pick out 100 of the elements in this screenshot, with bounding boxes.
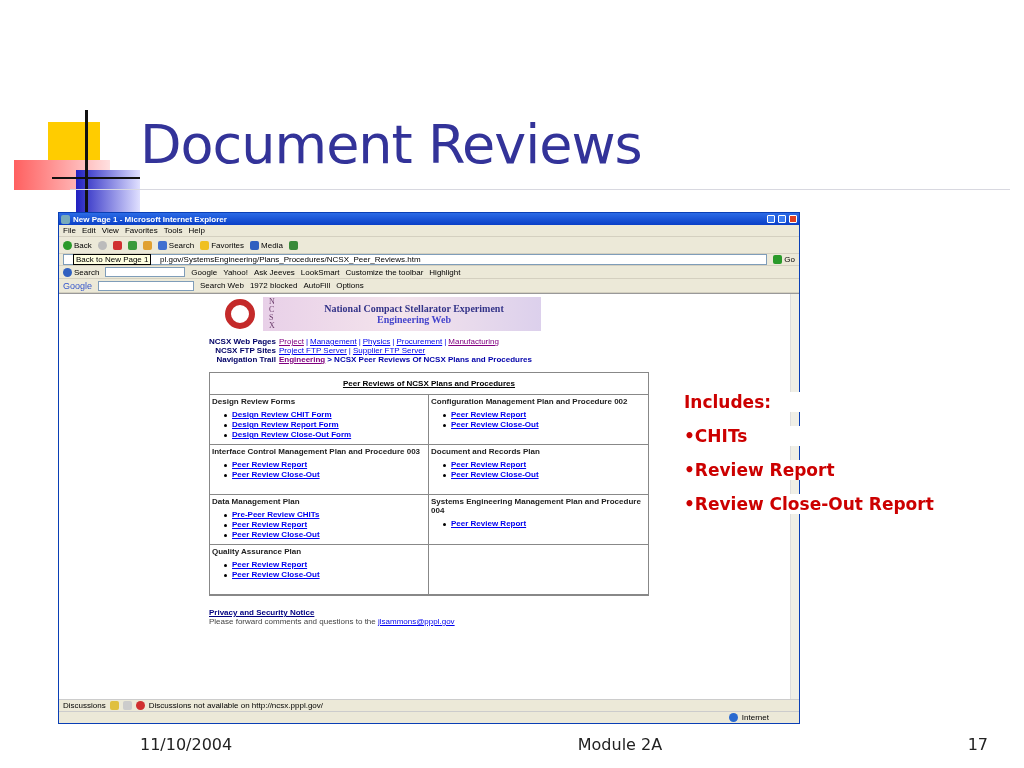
history-button[interactable] xyxy=(288,240,298,250)
review-link[interactable]: Peer Review Report xyxy=(451,410,527,420)
link-separator: | xyxy=(348,346,351,355)
toolbar-item[interactable]: Google xyxy=(191,267,218,277)
review-link[interactable]: Peer Review Report xyxy=(232,560,308,570)
bullet-icon xyxy=(224,433,227,437)
maximize-button[interactable] xyxy=(778,215,786,223)
bullet-icon xyxy=(224,523,227,527)
cell-title: Document and Records Plan xyxy=(431,447,541,456)
menu-item[interactable]: View xyxy=(101,226,119,235)
review-link[interactable]: Peer Review Report xyxy=(451,519,527,529)
search-button[interactable]: Search xyxy=(63,267,100,277)
discussions-button[interactable]: Discussions xyxy=(63,701,106,710)
privacy-link[interactable]: Privacy and Security Notice xyxy=(209,608,455,617)
bullet-icon xyxy=(224,563,227,567)
toolbar-item[interactable]: LookSmart xyxy=(300,267,340,277)
nav-link[interactable]: Project xyxy=(279,337,304,346)
cell-title: Systems Engineering Management Plan and Procedure 004 xyxy=(431,497,642,515)
bullet-icon xyxy=(224,423,227,427)
toolbar-item[interactable]: Yahoo! xyxy=(223,267,248,277)
refresh-button[interactable] xyxy=(127,240,137,250)
review-link[interactable]: Peer Review Report xyxy=(232,460,308,470)
search-button[interactable]: Search xyxy=(157,240,195,250)
bullet-icon xyxy=(443,473,446,477)
review-link[interactable]: Design Review Report Form xyxy=(232,420,339,430)
stop-button[interactable] xyxy=(112,240,122,250)
toolbar-item[interactable]: Customize the toolbar xyxy=(345,267,424,277)
nav-link[interactable]: Supplier FTP Server xyxy=(352,346,426,355)
review-link[interactable]: Peer Review Close-Out xyxy=(451,470,539,480)
bullet-icon xyxy=(224,533,227,537)
google-search-field[interactable] xyxy=(98,280,195,291)
link-separator: | xyxy=(305,337,308,346)
forward-button[interactable] xyxy=(97,240,107,250)
window-title: New Page 1 - Microsoft Internet Explorer xyxy=(73,214,228,224)
review-link[interactable]: Peer Review Report xyxy=(232,520,308,530)
media-button[interactable]: Media xyxy=(250,240,283,250)
note-bullet: •Review Close-Out Report xyxy=(684,494,936,514)
review-link[interactable]: Design Review CHIT Form xyxy=(232,410,332,420)
cell-title: Interface Control Management Plan and Procedure 003 xyxy=(212,447,422,456)
bullet-icon xyxy=(224,473,227,477)
nav-label: NCSX Web Pages xyxy=(209,337,276,346)
toolbar-item[interactable]: Highlight xyxy=(429,267,461,277)
cell-title: Data Management Plan xyxy=(212,497,301,506)
bullet-icon xyxy=(224,463,227,467)
link-separator: | xyxy=(444,337,447,346)
discussions-message: Discussions not available on http://ncsx.pppl.gov/ xyxy=(148,701,323,710)
back-button[interactable]: Back xyxy=(63,240,92,250)
toolbar-item[interactable]: Options xyxy=(336,281,364,290)
toolbar-item[interactable]: Search Web xyxy=(200,281,244,290)
search-field[interactable] xyxy=(105,267,186,277)
toolbar-item[interactable]: Ask Jeeves xyxy=(253,267,295,277)
nav-link[interactable]: Project FTP Server xyxy=(279,346,347,355)
slide-date: 11/10/2004 xyxy=(140,734,233,754)
close-button[interactable] xyxy=(789,215,797,223)
zone-text: Internet xyxy=(741,713,769,722)
nav-link[interactable]: Manufacturing xyxy=(448,337,499,346)
contact-text: Please forward comments and questions to the jlsammons@pppl.gov xyxy=(209,617,455,626)
home-button[interactable] xyxy=(142,240,152,250)
menu-item[interactable]: Favorites xyxy=(124,226,158,235)
toolbar-item[interactable]: 1972 blocked xyxy=(249,281,298,290)
toolbar-item[interactable]: AutoFill xyxy=(303,281,331,290)
review-link[interactable]: Peer Review Close-Out xyxy=(451,420,539,430)
table-heading: Peer Reviews of NCSX Plans and Procedures xyxy=(342,379,516,388)
review-link[interactable]: Design Review Close-Out Form xyxy=(232,430,352,440)
bullet-icon xyxy=(224,573,227,577)
menu-item[interactable]: Tools xyxy=(163,226,183,235)
bullet-icon xyxy=(224,513,227,517)
banner-side-text: NCSX xyxy=(269,298,276,330)
slide-title: Document Reviews xyxy=(140,113,642,176)
slide-module: Module 2A xyxy=(576,734,664,754)
nav-link[interactable]: Management xyxy=(309,337,357,346)
nav-label: Navigation Trail xyxy=(215,355,276,364)
email-link[interactable]: jlsammons@pppl.gov xyxy=(378,617,455,626)
review-link[interactable]: Peer Review Close-Out xyxy=(232,470,320,480)
nav-link[interactable]: Procurement xyxy=(396,337,443,346)
cell-title: Design Review Forms xyxy=(212,397,297,406)
tooltip: Back to New Page 1 xyxy=(73,254,152,265)
menu-item[interactable]: Help xyxy=(188,226,205,235)
review-link[interactable]: Peer Review Close-Out xyxy=(232,530,320,540)
bullet-icon xyxy=(443,522,446,526)
google-toolbar-label[interactable]: Google xyxy=(63,280,93,291)
bullet-icon xyxy=(443,423,446,427)
bullet-icon xyxy=(443,463,446,467)
minimize-button[interactable] xyxy=(767,215,775,223)
review-link[interactable]: Peer Review Report xyxy=(451,460,527,470)
nav-label: NCSX FTP Sites xyxy=(214,346,276,355)
bullet-icon xyxy=(443,413,446,417)
trail-link[interactable]: Engineering xyxy=(279,355,326,364)
review-link[interactable]: Peer Review Close-Out xyxy=(232,570,320,580)
ring-logo-icon xyxy=(225,299,255,329)
menu-item[interactable]: Edit xyxy=(81,226,96,235)
banner-subtitle: Engineering Web xyxy=(377,314,451,325)
go-button[interactable]: Go xyxy=(773,255,795,264)
review-link[interactable]: Pre-Peer Review CHITs xyxy=(232,510,320,520)
menu-item[interactable]: File xyxy=(63,226,76,235)
slide-number: 17 xyxy=(967,734,988,754)
favorites-button[interactable]: Favorites xyxy=(200,240,245,250)
cell-title: Quality Assurance Plan xyxy=(212,547,303,556)
trail-text: > NCSX Peer Reviews Of NCSX Plans and Procedures xyxy=(327,355,532,364)
nav-link[interactable]: Physics xyxy=(362,337,391,346)
